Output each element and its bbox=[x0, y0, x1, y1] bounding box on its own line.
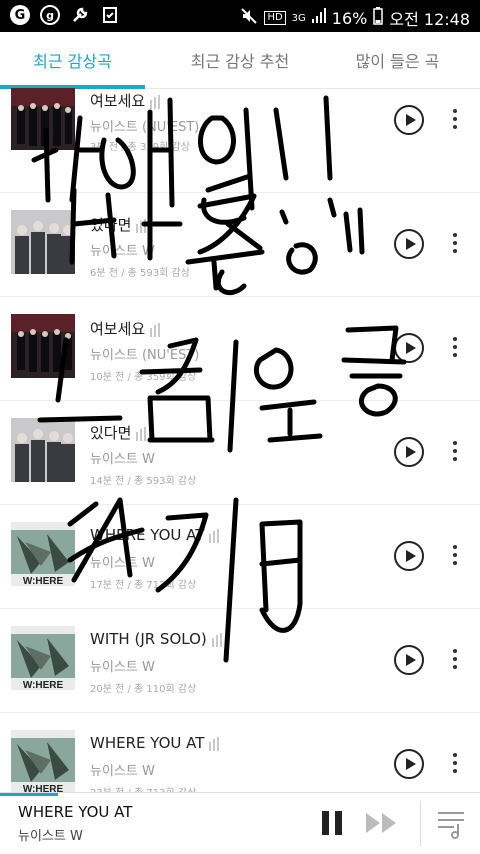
hd-indicator: HD bbox=[264, 11, 286, 25]
tab-recent-songs[interactable]: 최근 감상곡 bbox=[0, 32, 145, 88]
more-options-icon[interactable] bbox=[452, 753, 458, 775]
play-button[interactable] bbox=[394, 749, 424, 779]
track-play-info: 3분 전 / 총 359회 감상 bbox=[90, 142, 190, 153]
svg-text:W:HERE: W:HERE bbox=[23, 680, 64, 690]
network-type: 3G bbox=[291, 12, 306, 24]
battery-percent: 16% bbox=[331, 8, 368, 28]
track-play-info: 10분 전 / 총 359회 감상 bbox=[90, 372, 197, 383]
track-artist: 뉴이스트 W bbox=[90, 556, 155, 571]
more-options-icon[interactable] bbox=[452, 109, 458, 131]
track-play-info: 6분 전 / 총 593회 감상 bbox=[90, 268, 190, 279]
album-art bbox=[11, 210, 75, 274]
more-options-icon[interactable] bbox=[452, 441, 458, 463]
track-title: 있다면 bbox=[90, 214, 148, 235]
tab-most-played[interactable]: 많이 들은 곡 bbox=[325, 32, 470, 88]
g-circle-icon: g bbox=[40, 5, 60, 25]
wrench-icon bbox=[70, 5, 90, 25]
track-artist: 뉴이스트 W bbox=[90, 244, 155, 259]
tab-recent-recommend[interactable]: 최근 감상 추천 bbox=[160, 32, 320, 88]
track-title: 여보세요 bbox=[90, 90, 162, 111]
track-artist: 뉴이스트 (NU'EST) bbox=[90, 120, 200, 135]
album-art bbox=[11, 418, 75, 482]
track-row[interactable]: 있다면뉴이스트 W 14분 전 / 총 593회 감상 bbox=[0, 400, 480, 505]
now-playing-artist: 뉴이스트 W bbox=[18, 829, 83, 844]
track-title: 여보세요 bbox=[90, 318, 162, 339]
status-bar: G g HD 3G 16% 오전 12:48 bbox=[0, 0, 480, 32]
track-artist: 뉴이스트 (NU'EST) bbox=[90, 348, 200, 363]
album-art bbox=[11, 88, 75, 150]
play-button[interactable] bbox=[394, 229, 424, 259]
album-art bbox=[11, 314, 75, 378]
playlist-queue-icon[interactable] bbox=[436, 809, 468, 839]
track-title: 있다면 bbox=[90, 422, 148, 443]
play-button[interactable] bbox=[394, 333, 424, 363]
track-artist: 뉴이스트 W bbox=[90, 452, 155, 467]
track-artist: 뉴이스트 W bbox=[90, 660, 155, 675]
playback-progress[interactable] bbox=[0, 793, 58, 796]
track-play-info: 17분 전 / 총 713회 감상 bbox=[90, 580, 197, 591]
more-options-icon[interactable] bbox=[452, 337, 458, 359]
next-track-button[interactable] bbox=[366, 813, 398, 833]
play-button[interactable] bbox=[394, 645, 424, 675]
album-art: W:HERE bbox=[11, 522, 75, 586]
clipboard-check-icon bbox=[100, 5, 120, 25]
album-art: W:HERE bbox=[11, 626, 75, 690]
g-logo-icon: G bbox=[10, 5, 30, 25]
battery-icon bbox=[373, 7, 384, 29]
play-button[interactable] bbox=[394, 105, 424, 135]
tab-bar: 최근 감상곡 최근 감상 추천 많이 들은 곡 bbox=[0, 32, 480, 89]
play-button[interactable] bbox=[394, 437, 424, 467]
track-row[interactable]: W:HERE WHERE YOU AT 뉴이스트 W 17분 전 / 총 713회 감… bbox=[0, 504, 480, 609]
now-playing-title: WHERE YOU AT bbox=[18, 803, 133, 821]
player-divider bbox=[420, 801, 421, 846]
track-play-info: 20분 전 / 총 110회 감상 bbox=[90, 684, 197, 695]
album-art: W:HERE bbox=[11, 730, 75, 794]
pause-button[interactable] bbox=[322, 811, 344, 835]
track-row[interactable]: 있다면뉴이스트 W 6분 전 / 총 593회 감상 bbox=[0, 192, 480, 297]
track-title: WHERE YOU AT bbox=[90, 734, 221, 752]
mute-icon bbox=[240, 7, 258, 29]
track-row[interactable]: W:HERE WITH (JR SOLO) 뉴이스트 W 20분 전 / 총 110회… bbox=[0, 608, 480, 713]
more-options-icon[interactable] bbox=[452, 649, 458, 671]
track-row[interactable]: 여보세요뉴이스트 (NU'EST) 3분 전 / 총 359회 감상 bbox=[0, 88, 480, 193]
track-row[interactable]: 여보세요뉴이스트 (NU'EST) 10분 전 / 총 359회 감상 bbox=[0, 296, 480, 401]
track-artist: 뉴이스트 W bbox=[90, 764, 155, 779]
more-options-icon[interactable] bbox=[452, 233, 458, 255]
more-options-icon[interactable] bbox=[452, 545, 458, 567]
signal-icon bbox=[311, 8, 326, 28]
play-button[interactable] bbox=[394, 541, 424, 571]
track-play-info: 14분 전 / 총 593회 감상 bbox=[90, 476, 197, 487]
mini-player[interactable]: WHERE YOU AT 뉴이스트 W bbox=[0, 792, 480, 854]
track-title: WHERE YOU AT bbox=[90, 526, 221, 544]
track-title: WITH (JR SOLO) bbox=[90, 630, 224, 648]
svg-text:W:HERE: W:HERE bbox=[23, 576, 64, 586]
clock: 오전 12:48 bbox=[389, 10, 470, 29]
